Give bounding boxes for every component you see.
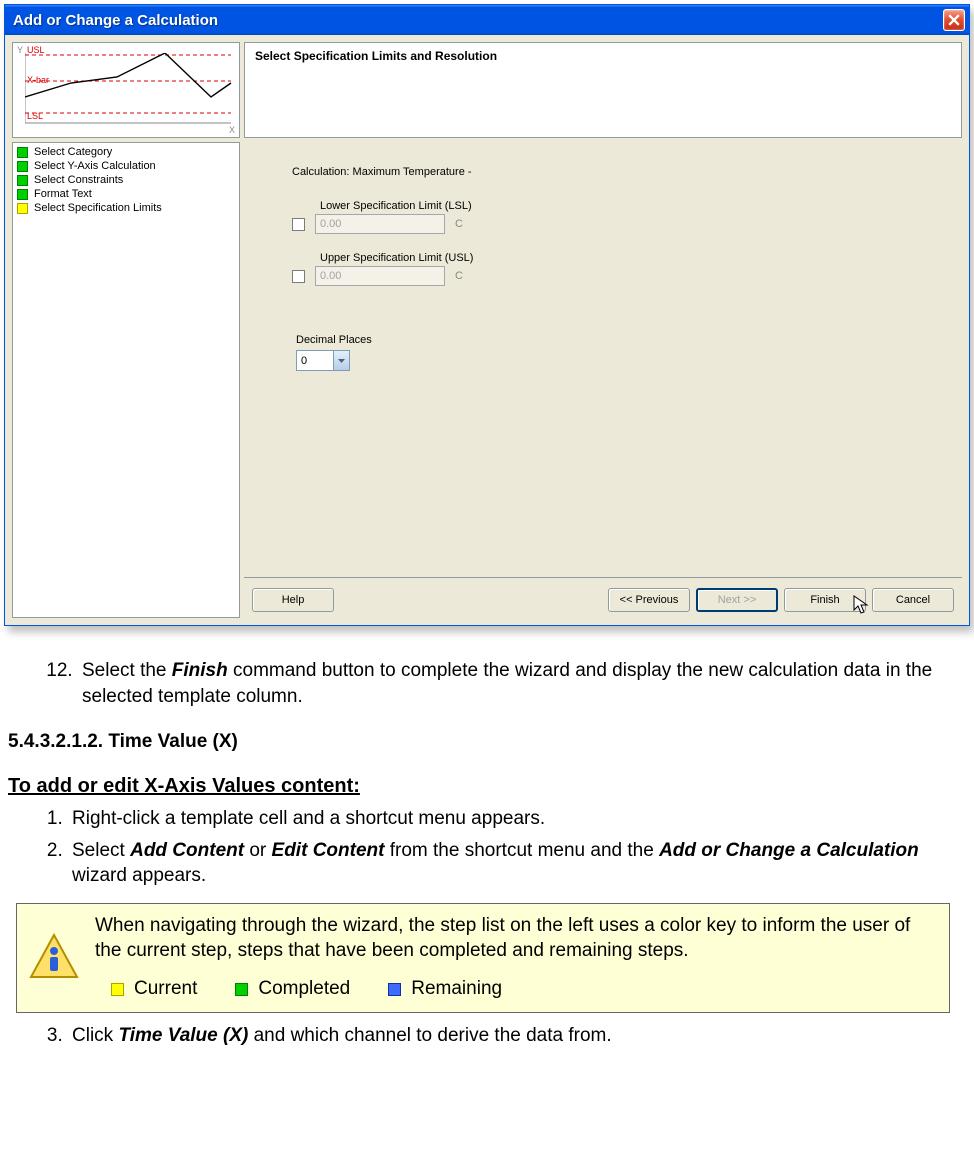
chart-preview: Y USL X-bar LSL X	[12, 42, 240, 138]
decimal-value: 0	[297, 355, 333, 367]
step-1: Right-click a template cell and a shortc…	[68, 806, 954, 832]
help-button[interactable]: Help	[252, 588, 334, 612]
close-button[interactable]	[943, 9, 965, 31]
legend-current: Current	[111, 977, 197, 1002]
txt-bold: Add or Change a Calculation	[659, 840, 919, 861]
legend-label: Current	[134, 977, 197, 1002]
txt: Select the	[82, 660, 172, 681]
right-pane: Select Specification Limits and Resoluti…	[244, 38, 966, 622]
dialog-body: Y USL X-bar LSL X Select Category Select…	[5, 35, 969, 625]
txt-bold: Edit Content	[272, 840, 385, 861]
txt: and which channel to derive the data fro…	[248, 1025, 611, 1046]
lsl-unit: C	[455, 218, 463, 230]
square-icon	[17, 189, 28, 200]
previous-button[interactable]: << Previous	[608, 588, 690, 612]
calculation-label: Calculation: Maximum Temperature -	[292, 166, 942, 178]
square-icon	[17, 203, 28, 214]
decimal-dropdown[interactable]: 0	[296, 350, 350, 371]
txt: or	[244, 840, 271, 861]
legend-completed: Completed	[235, 977, 350, 1002]
subsection-heading: To add or edit X-Axis Values content:	[8, 773, 954, 800]
color-legend: Current Completed Remaining	[95, 977, 939, 1002]
square-icon	[388, 983, 401, 996]
usl-group: Upper Specification Limit (USL) 0.00 C	[292, 252, 942, 286]
note-content: When navigating through the wizard, the …	[95, 914, 939, 1002]
note-text: When navigating through the wizard, the …	[95, 914, 939, 963]
lsl-value: 0.00	[320, 218, 341, 230]
step-item-format[interactable]: Format Text	[15, 187, 237, 201]
txt-bold: Time Value (X)	[118, 1025, 248, 1046]
step-label: Select Specification Limits	[34, 202, 162, 214]
txt: wizard appears.	[72, 865, 206, 886]
step-list: Select Category Select Y-Axis Calculatio…	[12, 142, 240, 618]
close-icon	[948, 14, 960, 26]
spacer	[340, 588, 602, 612]
info-note: When navigating through the wizard, the …	[16, 903, 950, 1013]
lsl-input[interactable]: 0.00	[315, 214, 445, 234]
finish-label: Finish	[810, 594, 839, 606]
legend-label: Remaining	[411, 977, 502, 1002]
cursor-icon	[853, 595, 871, 615]
cancel-button[interactable]: Cancel	[872, 588, 954, 612]
square-icon	[111, 983, 124, 996]
usl-checkbox[interactable]	[292, 270, 305, 283]
step-label: Select Y-Axis Calculation	[34, 160, 156, 172]
txt: from the shortcut menu and the	[384, 840, 659, 861]
form-area: Calculation: Maximum Temperature - Lower…	[244, 138, 962, 577]
dialog-window: Add or Change a Calculation Y USL X-bar …	[4, 4, 970, 626]
txt-bold: Add Content	[130, 840, 244, 861]
button-row: Help << Previous Next >> Finish Cancel	[244, 577, 962, 622]
lsl-label: Lower Specification Limit (LSL)	[320, 200, 942, 212]
usl-input[interactable]: 0.00	[315, 266, 445, 286]
step-item-constraints[interactable]: Select Constraints	[15, 173, 237, 187]
titlebar[interactable]: Add or Change a Calculation	[5, 5, 969, 35]
axis-y-label: Y	[17, 45, 23, 55]
step-2: Select Add Content or Edit Content from …	[68, 838, 954, 889]
square-icon	[235, 983, 248, 996]
txt-bold: Finish	[172, 660, 228, 681]
step-item-yaxis[interactable]: Select Y-Axis Calculation	[15, 159, 237, 173]
step-list-12: Select the Finish command button to comp…	[4, 658, 954, 709]
step-label: Format Text	[34, 188, 92, 200]
usl-label: Upper Specification Limit (USL)	[320, 252, 942, 264]
legend-remaining: Remaining	[388, 977, 502, 1002]
finish-button[interactable]: Finish	[784, 588, 866, 612]
left-pane: Y USL X-bar LSL X Select Category Select…	[8, 38, 244, 622]
panel-header: Select Specification Limits and Resoluti…	[244, 42, 962, 138]
step-3: Click Time Value (X) and which channel t…	[68, 1023, 954, 1049]
square-icon	[17, 175, 28, 186]
square-icon	[17, 161, 28, 172]
lsl-checkbox[interactable]	[292, 218, 305, 231]
decimal-label: Decimal Places	[296, 334, 942, 346]
window-title: Add or Change a Calculation	[13, 12, 943, 29]
step-label: Select Constraints	[34, 174, 123, 186]
legend-label: Completed	[258, 977, 350, 1002]
square-icon	[17, 147, 28, 158]
info-icon	[27, 931, 81, 985]
lsl-group: Lower Specification Limit (LSL) 0.00 C	[292, 200, 942, 234]
panel-title: Select Specification Limits and Resoluti…	[255, 49, 497, 63]
txt: Click	[72, 1025, 118, 1046]
usl-value: 0.00	[320, 270, 341, 282]
step-item-category[interactable]: Select Category	[15, 145, 237, 159]
procedure-list-cont: Click Time Value (X) and which channel t…	[4, 1023, 954, 1049]
txt: Select	[72, 840, 130, 861]
step-label: Select Category	[34, 146, 112, 158]
next-button: Next >>	[696, 588, 778, 612]
usl-unit: C	[455, 270, 463, 282]
chart-lines-icon	[25, 53, 235, 127]
step-12: Select the Finish command button to comp…	[78, 658, 954, 709]
document-body: Select the Finish command button to comp…	[0, 626, 974, 1083]
dropdown-arrow-icon	[333, 351, 349, 370]
procedure-list: Right-click a template cell and a shortc…	[4, 806, 954, 889]
section-heading: 5.4.3.2.1.2. Time Value (X)	[8, 729, 954, 755]
step-item-speclimits[interactable]: Select Specification Limits	[15, 201, 237, 215]
